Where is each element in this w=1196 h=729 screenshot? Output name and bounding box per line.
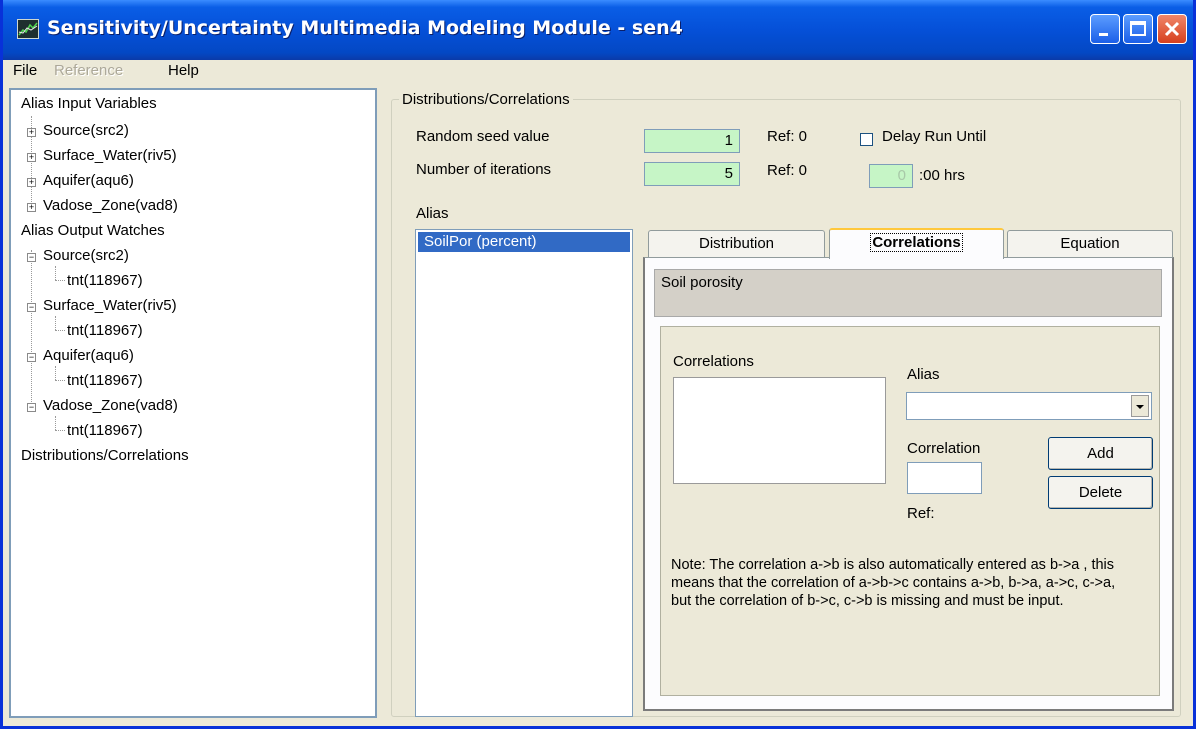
- menu-reference[interactable]: Reference: [54, 62, 123, 79]
- maximize-button[interactable]: [1123, 14, 1153, 44]
- dropdown-arrow-icon[interactable]: [1131, 395, 1149, 417]
- tree-item-surface-water-input[interactable]: Surface_Water(riv5): [43, 146, 177, 166]
- correlations-listbox[interactable]: [673, 377, 886, 484]
- alias-combobox[interactable]: [906, 392, 1152, 420]
- alias-listbox[interactable]: SoilPor (percent): [415, 229, 633, 717]
- iterations-input[interactable]: 5: [644, 162, 740, 186]
- tree-item-source-output[interactable]: Source(src2): [43, 246, 129, 266]
- tree-item-surface-water-output[interactable]: Surface_Water(riv5): [43, 296, 177, 316]
- close-icon: [1164, 21, 1180, 37]
- title-bar[interactable]: Sensitivity/Uncertainty Multimedia Model…: [3, 0, 1193, 60]
- variable-description: Soil porosity: [654, 269, 1162, 317]
- expand-plus-icon[interactable]: +: [27, 153, 36, 162]
- add-button[interactable]: Add: [1048, 437, 1153, 470]
- tree-item-source-input[interactable]: Source(src2): [43, 121, 129, 141]
- correlation-alias-label: Alias: [907, 366, 940, 383]
- tab-correlations[interactable]: Correlations: [829, 228, 1004, 259]
- iterations-ref: Ref: 0: [767, 162, 808, 179]
- minimize-button[interactable]: [1090, 14, 1120, 44]
- alias-list-item-selected[interactable]: SoilPor (percent): [418, 232, 630, 252]
- tree-item-source-tnt[interactable]: tnt(118967): [67, 271, 143, 291]
- seed-input[interactable]: 1: [644, 129, 740, 153]
- menu-file[interactable]: File: [13, 62, 37, 79]
- app-chart-icon[interactable]: [17, 19, 39, 39]
- seed-ref: Ref: 0: [767, 128, 808, 145]
- tab-distribution[interactable]: Distribution: [648, 230, 825, 258]
- tree-item-aquifer-tnt[interactable]: tnt(118967): [67, 371, 143, 391]
- collapse-minus-icon[interactable]: −: [27, 303, 36, 312]
- tree-item-distributions[interactable]: Distributions/Correlations: [21, 446, 189, 466]
- correlation-note: Note: The correlation a->b is also autom…: [671, 557, 1116, 609]
- tree-item-vadose-zone-tnt[interactable]: tnt(118967): [67, 421, 143, 441]
- alias-label: Alias: [416, 205, 449, 222]
- window-title: Sensitivity/Uncertainty Multimedia Model…: [47, 17, 683, 39]
- correlation-label: Correlation: [907, 440, 981, 457]
- delay-hrs-label: :00 hrs: [919, 167, 965, 184]
- tree-outputs-header[interactable]: Alias Output Watches: [21, 221, 165, 241]
- delete-button[interactable]: Delete: [1048, 476, 1153, 509]
- delay-run-label: Delay Run Until: [882, 128, 987, 145]
- expand-plus-icon[interactable]: +: [27, 203, 36, 212]
- expand-plus-icon[interactable]: +: [27, 128, 36, 137]
- tree-item-surface-water-tnt[interactable]: tnt(118967): [67, 321, 143, 341]
- correlation-input[interactable]: [907, 462, 982, 494]
- collapse-minus-icon[interactable]: −: [27, 253, 36, 262]
- tree-item-aquifer-input[interactable]: Aquifer(aqu6): [43, 171, 134, 191]
- close-button[interactable]: [1157, 14, 1187, 44]
- minimize-icon: [1099, 33, 1108, 36]
- splitter[interactable]: [379, 88, 383, 718]
- delay-run-checkbox[interactable]: [860, 133, 873, 146]
- tab-equation[interactable]: Equation: [1007, 230, 1173, 258]
- collapse-minus-icon[interactable]: −: [27, 403, 36, 412]
- menu-bar: File Reference Help: [3, 60, 1193, 86]
- iterations-label: Number of iterations: [416, 161, 552, 178]
- menu-help[interactable]: Help: [168, 62, 199, 79]
- tree-item-vadose-zone-output[interactable]: Vadose_Zone(vad8): [43, 396, 178, 416]
- ref-label: Ref:: [907, 505, 935, 522]
- seed-label: Random seed value: [416, 128, 550, 145]
- expand-plus-icon[interactable]: +: [27, 178, 36, 187]
- main-window: Sensitivity/Uncertainty Multimedia Model…: [0, 0, 1196, 729]
- delay-hour-input[interactable]: 0: [869, 164, 913, 188]
- groupbox-title: Distributions/Correlations: [399, 91, 573, 108]
- tree-item-vadose-zone-input[interactable]: Vadose_Zone(vad8): [43, 196, 178, 216]
- collapse-minus-icon[interactable]: −: [27, 353, 36, 362]
- tree-item-aquifer-output[interactable]: Aquifer(aqu6): [43, 346, 134, 366]
- maximize-icon: [1130, 21, 1146, 36]
- correlations-list-label: Correlations: [673, 353, 754, 370]
- alias-tree[interactable]: Alias Input Variables + Source(src2) + S…: [9, 88, 377, 718]
- tree-inputs-header[interactable]: Alias Input Variables: [21, 94, 157, 114]
- tab-correlations-label: Correlations: [870, 233, 963, 252]
